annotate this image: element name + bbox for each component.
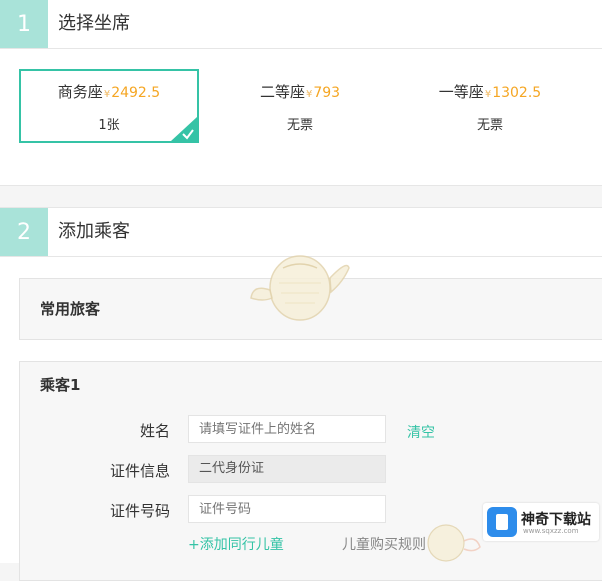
seat-option-business[interactable]: 商务座¥2492.5 1张 xyxy=(19,69,199,143)
name-label: 姓名 xyxy=(139,422,170,440)
seat-price: ¥1302.5 xyxy=(484,85,542,101)
check-icon xyxy=(182,129,194,140)
id-number-input[interactable] xyxy=(188,495,386,523)
section-select-seat-header: 1 选择坐席 xyxy=(0,0,602,49)
add-child-link[interactable]: +添加同行儿童 xyxy=(188,534,284,554)
section-title: 添加乘客 xyxy=(58,221,130,242)
clear-link[interactable]: 清空 xyxy=(407,422,435,442)
seat-name: 二等座 xyxy=(259,83,305,101)
mascot-watermark-icon xyxy=(250,255,350,321)
seat-name: 商务座 xyxy=(57,83,103,101)
seat-option-second-class[interactable]: 二等座¥793 无票 xyxy=(210,69,390,143)
seat-price: ¥2492.5 xyxy=(103,85,161,101)
id-number-label: 证件号码 xyxy=(109,502,170,520)
section-title: 选择坐席 xyxy=(58,13,130,34)
seat-stock: 无票 xyxy=(476,118,503,133)
passenger-form: 乘客1 姓名 清空 证件信息 二代身份证 证件号码 +添加同行儿童 儿童购买规则 xyxy=(19,361,602,581)
site-logo-icon xyxy=(487,507,517,537)
passenger-title: 乘客1 xyxy=(40,376,81,394)
seat-stock: 无票 xyxy=(286,118,313,133)
name-input[interactable] xyxy=(188,415,386,443)
site-name: 神奇下载站 xyxy=(521,512,591,528)
seat-price: ¥793 xyxy=(305,85,341,101)
id-type-field: 二代身份证 xyxy=(188,455,386,483)
site-url: www.sqxzz.com xyxy=(523,527,579,535)
seat-option-first-class[interactable]: 一等座¥1302.5 无票 xyxy=(400,69,580,143)
site-logo-watermark: 神奇下载站 www.sqxzz.com xyxy=(483,503,599,541)
step-number-badge: 1 xyxy=(0,0,48,48)
step-number-badge: 2 xyxy=(0,208,48,256)
seat-name: 一等座 xyxy=(438,83,484,101)
mascot-watermark-icon xyxy=(427,524,481,562)
common-travelers-title: 常用旅客 xyxy=(40,300,101,318)
seat-panel: 商务座¥2492.5 1张 二等座¥793 无票 一等座¥1302.5 无票 xyxy=(0,49,602,186)
child-rule-link[interactable]: 儿童购买规则 xyxy=(342,534,426,554)
id-type-label: 证件信息 xyxy=(109,462,170,480)
